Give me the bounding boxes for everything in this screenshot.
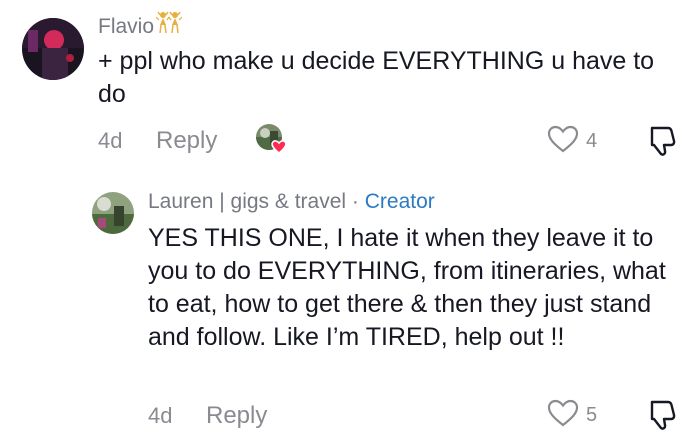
comment-author[interactable]: Lauren | gigs & travel · Creator xyxy=(148,190,435,214)
dancers-emoji-icon xyxy=(155,11,183,41)
like-button[interactable]: 5 xyxy=(546,398,597,433)
avatar[interactable] xyxy=(22,18,84,80)
comment-text: YES THIS ONE, I hate it when they leave … xyxy=(148,224,666,351)
heart-icon xyxy=(271,140,287,154)
comment-text: + ppl who make u decide EVERYTHING u hav… xyxy=(98,47,655,108)
dislike-button[interactable] xyxy=(644,124,678,163)
heart-outline-icon xyxy=(546,398,580,433)
creator-avatar-icon xyxy=(256,124,287,154)
dislike-button[interactable] xyxy=(644,398,678,437)
creator-liked-badge xyxy=(255,123,289,155)
comment-age: 4d xyxy=(98,128,123,153)
avatar[interactable] xyxy=(92,192,134,234)
comment-age: 4d xyxy=(148,403,173,428)
comment-author[interactable]: Flavio xyxy=(98,11,183,41)
reply-button[interactable]: Reply xyxy=(156,127,217,155)
like-count: 4 xyxy=(586,130,598,152)
heart-outline-icon xyxy=(546,124,580,159)
like-count: 5 xyxy=(586,404,598,426)
like-button[interactable]: 4 xyxy=(546,124,597,159)
creator-label: Creator xyxy=(364,190,435,213)
reply-button[interactable]: Reply xyxy=(206,402,267,430)
thumbs-down-icon xyxy=(650,126,676,156)
thumbs-down-icon xyxy=(650,400,676,430)
